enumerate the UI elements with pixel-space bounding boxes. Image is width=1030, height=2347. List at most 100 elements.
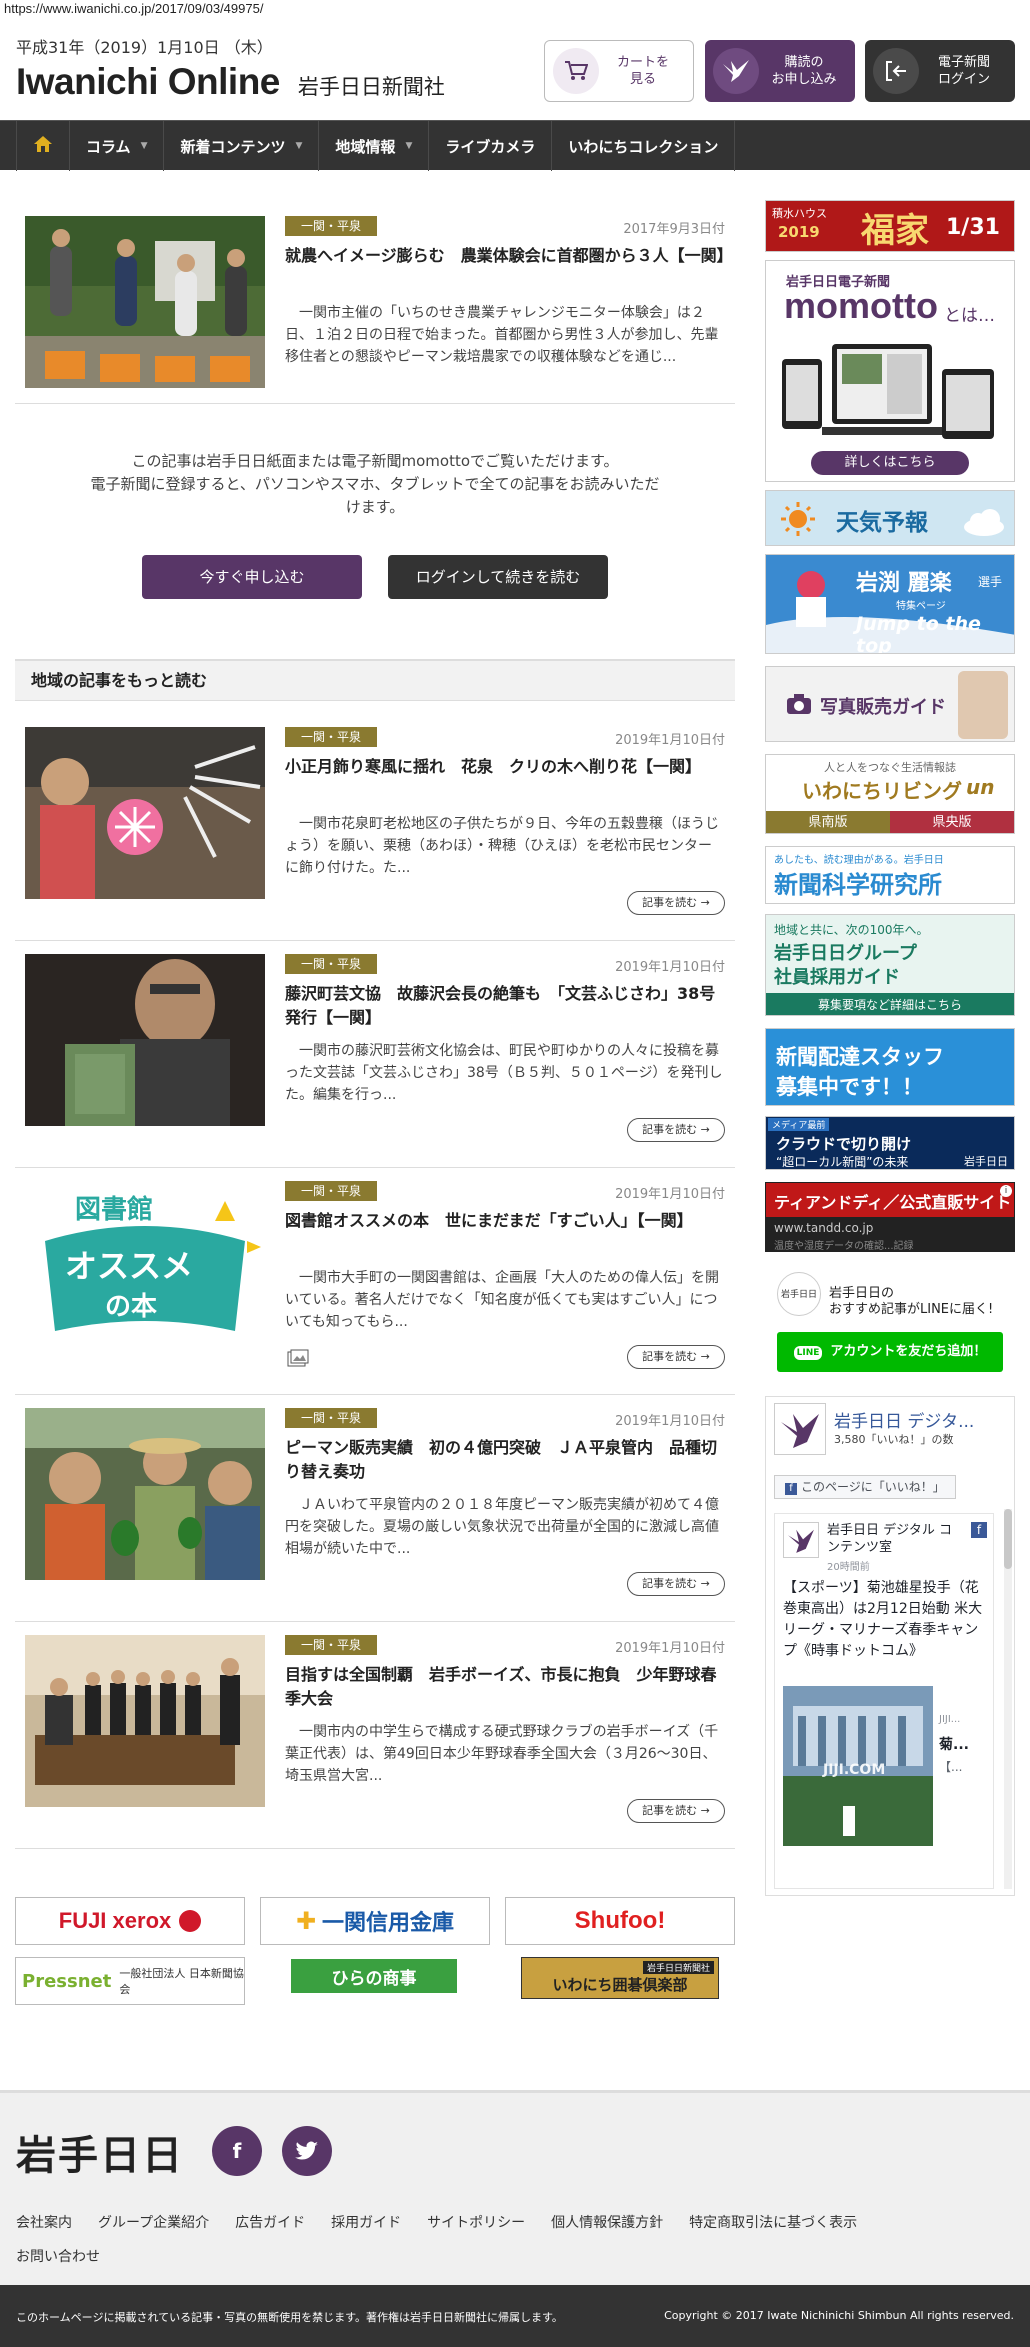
read-more-button[interactable]: 記事を読む →	[627, 1345, 725, 1369]
nav-label: 地域情報	[335, 137, 396, 156]
category-badge[interactable]: 一関・平泉	[285, 1181, 378, 1201]
footer-link[interactable]: 特定商取引法に基づく表示	[689, 2215, 857, 2231]
read-more-button[interactable]: 記事を読む →	[627, 1572, 725, 1596]
living-kennan-link[interactable]: 県南版	[766, 811, 890, 833]
login-to-read-button[interactable]: ログインして続きを読む	[388, 555, 608, 599]
article-item: 一関・平泉 2019年1月10日付 目指すは全国制覇 岩手ボーイズ、市長に抱負 …	[15, 1635, 735, 1835]
category-badge[interactable]: 一関・平泉	[285, 1408, 378, 1428]
article-title[interactable]: ピーマン販売実績 初の４億円突破 ＪＡ平泉管内 品種切り替え奏功	[285, 1436, 725, 1484]
momotto-banner[interactable]: 岩手日日電子新聞 momotto とは… 詳しくはこちら	[765, 260, 1015, 482]
iwanichi-living-banner[interactable]: 人と人をつなぐ生活情報誌 いわにちリビング un 県南版 県央版	[765, 754, 1015, 834]
fb-page-avatar[interactable]	[774, 1403, 826, 1455]
tandd-ad[interactable]: ティアンドディ／公式直販サイト www.tandd.co.jp 温度や湿度データ…	[765, 1182, 1015, 1252]
footer-link[interactable]: 広告ガイド	[235, 2215, 305, 2231]
shufoo-logo[interactable]: Shufoo!	[505, 1897, 735, 1945]
line-button-label: アカウントを友だち追加！	[830, 1344, 987, 1359]
footer-link[interactable]: 個人情報保護方針	[551, 2215, 663, 2231]
site-logo[interactable]: Iwanichi Online 岩手日日新聞社	[16, 61, 445, 103]
article-title[interactable]: 小正月飾り寒風に揺れ 花泉 クリの木へ削り花【一関】	[285, 755, 725, 779]
category-badge[interactable]: 一関・平泉	[285, 954, 378, 974]
shinkin-text: 一関信用金庫	[322, 1911, 455, 1936]
living-kenou-link[interactable]: 県央版	[890, 811, 1014, 833]
footer-link[interactable]: お問い合わせ	[16, 2249, 100, 2265]
article-photo[interactable]	[25, 1635, 265, 1807]
footer-link[interactable]: 採用ガイド	[331, 2215, 401, 2231]
article-date: 2019年1月10日付	[615, 1187, 725, 1202]
article-photo[interactable]	[25, 954, 265, 1126]
device-mockup-icon	[782, 339, 1000, 453]
read-more-button[interactable]: 記事を読む →	[627, 1799, 725, 1823]
recruit-guide-banner[interactable]: 地域と共に、次の100年へ。 岩手日日グループ 社員採用ガイド 募集要項など詳細…	[765, 914, 1015, 1016]
apply-now-button[interactable]: 今すぐ申し込む	[142, 555, 362, 599]
article-date: 2019年1月10日付	[615, 733, 725, 748]
lead-article: 一関・平泉 2017年9月3日付 就農へイメージ膨らむ 農業体験会に首都圏から３…	[15, 216, 735, 406]
read-more-button[interactable]: 記事を読む →	[627, 1118, 725, 1142]
momotto-detail-button[interactable]: 詳しくはこちら	[811, 451, 969, 475]
category-badge[interactable]: 一関・平泉	[285, 727, 378, 747]
photo-sales-banner[interactable]: 写真販売ガイド	[765, 666, 1015, 742]
nav-item-collection[interactable]: いわにちコレクション	[552, 121, 736, 171]
weather-banner[interactable]: 天気予報	[765, 490, 1015, 546]
iwanichi-igo-logo[interactable]: 岩手日日新聞社 いわにち囲碁倶楽部	[521, 1957, 719, 1999]
lead-article-photo	[25, 216, 265, 388]
fb-like-page-button[interactable]: f このページに「いいね！」	[774, 1475, 956, 1499]
iwabuchi-name: 岩渕 麗楽	[856, 571, 952, 596]
recruit-detail-link[interactable]: 募集要項など詳細はこちら	[766, 993, 1014, 1015]
fuji-xerox-text: FUJI xerox	[58, 1908, 172, 1933]
facebook-icon: f	[971, 1522, 987, 1538]
cart-label-2: 見る	[629, 72, 656, 87]
fukuya-banner[interactable]: 積水ハウス 2019 福家 1/31	[765, 200, 1015, 252]
delivery-staff-banner[interactable]: 新聞配達スタッフ 募集中です！！	[765, 1028, 1015, 1106]
article-photo[interactable]	[25, 1408, 265, 1580]
fb-post-card: 岩手日日 デジタル コンテンツ室 f 20時間前 【スポーツ】菊池雄星投手（花巻…	[774, 1513, 994, 1889]
category-badge[interactable]: 一関・平泉	[285, 1635, 378, 1655]
article-summary: 一関市内の中学生らで構成する硬式野球クラブの岩手ボーイズ（千葉正代表）は、第49…	[285, 1724, 719, 1784]
pressnet-text: Pressnet	[22, 1970, 112, 1992]
subscribe-button[interactable]: 購読の お申し込み	[705, 40, 855, 102]
library-recommend-logo[interactable]: 図書館 オススメ の本	[25, 1181, 265, 1353]
footer-link[interactable]: 会社案内	[16, 2215, 72, 2231]
read-more-button[interactable]: 記事を読む →	[627, 891, 725, 915]
newspaper-science-banner[interactable]: あしたも、読む理由がある。岩手日日 新聞科学研究所	[765, 846, 1015, 904]
fb-post-image[interactable]: JIJI.COM	[783, 1686, 933, 1846]
footer-link[interactable]: グループ企業紹介	[98, 2215, 209, 2231]
iwabuchi-feature-banner[interactable]: 岩渕 麗楽 選手 特集ページ Jump to the top	[765, 554, 1015, 654]
fb-poster-name[interactable]: 岩手日日 デジタル コンテンツ室	[827, 1522, 963, 1556]
article-date: 2019年1月10日付	[615, 1641, 725, 1656]
pressnet-logo[interactable]: Pressnet 一般社団法人 日本新聞協会	[15, 1957, 245, 2005]
ichinoseki-shinkin-logo[interactable]: ✚ 一関信用金庫	[260, 1897, 490, 1945]
ad-info-icon[interactable]: i	[1000, 1185, 1012, 1197]
e-paper-login-button[interactable]: 電子新聞 ログイン	[865, 40, 1015, 102]
article-title[interactable]: 図書館オススメの本 世にまだまだ「すごい人」【一関】	[285, 1209, 725, 1233]
article-summary: 一関市大手町の一関図書館は、企画展「大人のための偉人伝」を開いている。著名人だけ…	[285, 1270, 719, 1330]
twitter-icon[interactable]	[282, 2126, 332, 2176]
article-title[interactable]: 藤沢町芸文協 故藤沢会長の絶筆も 「文芸ふじさわ」38号発行【一関】	[285, 982, 725, 1030]
footer-link[interactable]: サイトポリシー	[427, 2215, 525, 2231]
nav-item-new-contents[interactable]: 新着コンテンツ ▼	[164, 121, 320, 171]
cloud-media-banner[interactable]: メディア最前 クラウドで切り開け “超ローカル新聞”の未来 岩手日日	[765, 1116, 1015, 1170]
footer-logo[interactable]: 岩手日日	[16, 2123, 184, 2181]
fuji-xerox-logo[interactable]: FUJI xerox	[15, 1897, 245, 1945]
arrow-right-icon: →	[700, 1350, 710, 1363]
dropdown-caret-icon: ▼	[405, 141, 413, 151]
fb-scrollbar[interactable]	[1004, 1509, 1012, 1889]
nav-home[interactable]	[16, 121, 70, 171]
nav-item-live-camera[interactable]: ライブカメラ	[429, 121, 553, 171]
facebook-icon[interactable]: f	[212, 2126, 262, 2176]
living-un: un	[966, 775, 995, 799]
divider	[15, 940, 735, 941]
hirano-shoji-logo[interactable]: ひらの商事	[291, 1959, 457, 1993]
line-add-friend-button[interactable]: LINE アカウントを友だち追加！	[777, 1332, 1003, 1372]
hand-photo	[958, 671, 1008, 739]
divider	[15, 1848, 735, 1849]
article-summary: 一関市主催の「いちのせき農業チャレンジモニター体験会」は２日、１泊２日の日程で始…	[285, 305, 719, 365]
category-badge[interactable]: 一関・平泉	[285, 216, 378, 236]
article-photo[interactable]	[25, 727, 265, 899]
login-label-1: 電子新聞	[937, 55, 990, 70]
nav-item-region[interactable]: 地域情報 ▼	[319, 121, 430, 171]
nav-item-column[interactable]: コラム ▼	[70, 121, 165, 171]
fb-page-name[interactable]: 岩手日日 デジタ...	[834, 1407, 974, 1432]
article-title[interactable]: 目指すは全国制覇 岩手ボーイズ、市長に抱負 少年野球春季大会	[285, 1663, 725, 1711]
current-date: 平成31年（2019）1月10日 （木）	[16, 38, 273, 57]
cart-button[interactable]: カートを 見る	[544, 40, 694, 102]
